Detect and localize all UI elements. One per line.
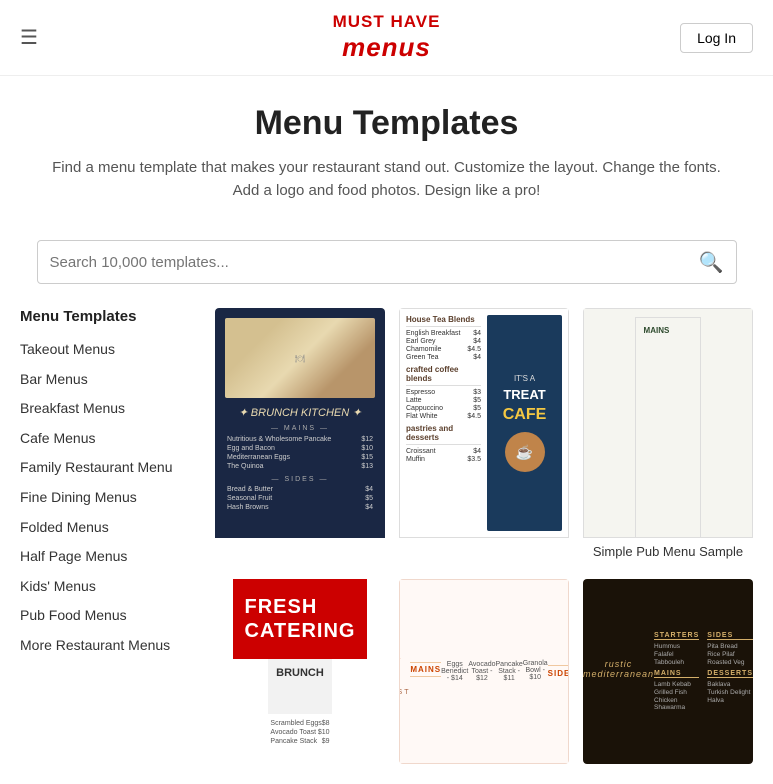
catering-fresh: FRESH (245, 595, 356, 619)
sidebar-item-bar[interactable]: Bar Menus (20, 365, 195, 395)
search-bar: 🔍 (37, 240, 737, 284)
sidebar-item-cafe[interactable]: Cafe Menus (20, 424, 195, 454)
sidebar-title: Menu Templates (20, 308, 195, 325)
search-input[interactable] (50, 254, 699, 271)
logo-bottom: menus (333, 32, 441, 63)
sidebar-item-takeout[interactable]: Takeout Menus (20, 335, 195, 365)
hero-description: Find a menu template that makes your res… (40, 157, 733, 202)
main-content: Menu Templates Takeout Menus Bar Menus B… (0, 308, 773, 784)
sidebar-item-kids[interactable]: Kids' Menus (20, 572, 195, 602)
sidebar-item-half-page[interactable]: Half Page Menus (20, 542, 195, 572)
template-card-pub[interactable]: MAINS Roast Chicken$18 Fish & Chips$16 S… (583, 308, 753, 565)
logo-top: MUST HAVE (333, 12, 441, 32)
page-title: Menu Templates (40, 104, 733, 143)
template-card-dark[interactable]: rustic mediterranean STARTERS Hummus Fal… (583, 579, 753, 764)
catering-word: CATERING (245, 619, 356, 643)
template-card-cafe[interactable]: House Tea Blends English Breakfast$4 Ear… (399, 308, 569, 565)
sidebar-item-family[interactable]: Family Restaurant Menu (20, 453, 195, 483)
sidebar-item-more[interactable]: More Restaurant Menus (20, 631, 195, 661)
template-card-brunch[interactable]: 🍽 ✦ BRUNCH KITCHEN ✦ — MAINS — Nutritiou… (215, 308, 385, 565)
template-card-catering[interactable]: FRESH CATERING BRUNCH Scrambled Eggs$8 A… (215, 579, 385, 764)
sidebar-item-pub-food[interactable]: Pub Food Menus (20, 601, 195, 631)
header: ☰ MUST HAVE menus Log In (0, 0, 773, 76)
sidebar-item-fine-dining[interactable]: Fine Dining Menus (20, 483, 195, 513)
templates-grid: 🍽 ✦ BRUNCH KITCHEN ✦ — MAINS — Nutritiou… (215, 308, 753, 764)
bright-side-subtitle: BREAKFAST MENU (399, 689, 410, 703)
bright-side-section: MAINS (410, 662, 441, 677)
dark-card-title: rustic mediterranean (583, 659, 654, 679)
login-button[interactable]: Log In (680, 23, 753, 53)
search-icon[interactable]: 🔍 (699, 250, 724, 275)
sidebar: Menu Templates Takeout Menus Bar Menus B… (20, 308, 195, 764)
pub-card-label: Simple Pub Menu Sample (583, 538, 753, 565)
logo: MUST HAVE menus (333, 12, 441, 63)
hero-section: Menu Templates Find a menu template that… (0, 76, 773, 222)
bright-side-title: The Bright Side (399, 636, 410, 687)
sidebar-item-folded[interactable]: Folded Menus (20, 513, 195, 543)
template-card-bright-side[interactable]: The Bright Side BREAKFAST MENU MAINS Egg… (399, 579, 569, 764)
catering-brunch: BRUNCH (276, 667, 324, 679)
sidebar-item-breakfast[interactable]: Breakfast Menus (20, 394, 195, 424)
hamburger-menu-icon[interactable]: ☰ (20, 25, 38, 50)
